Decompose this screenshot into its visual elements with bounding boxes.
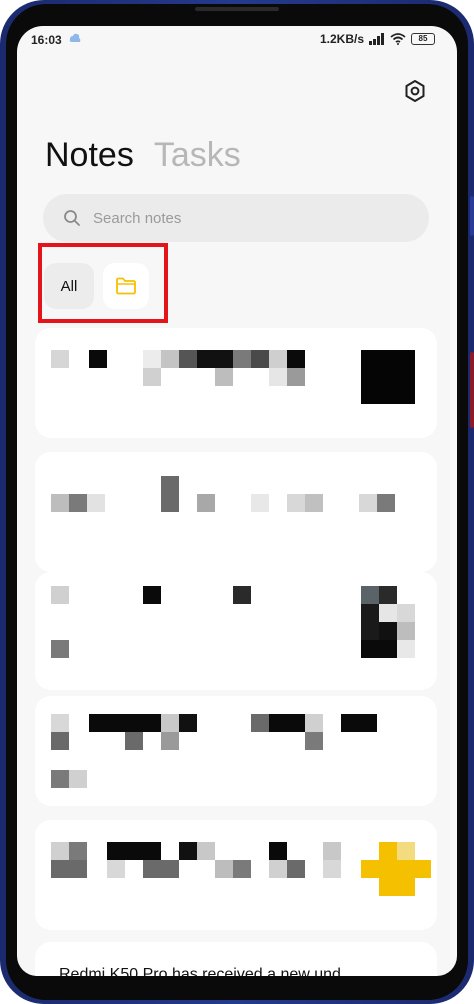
redacted-block bbox=[161, 476, 179, 512]
redacted-block bbox=[69, 494, 87, 512]
redacted-block bbox=[233, 586, 251, 604]
redacted-block bbox=[51, 860, 87, 878]
note-card[interactable] bbox=[35, 696, 437, 806]
redacted-block bbox=[161, 732, 179, 750]
redacted-thumbnail bbox=[397, 640, 415, 658]
note-card[interactable] bbox=[35, 452, 437, 572]
redacted-block bbox=[161, 714, 179, 732]
redacted-block bbox=[89, 714, 161, 732]
redacted-thumbnail bbox=[397, 842, 415, 860]
redacted-block bbox=[287, 368, 305, 386]
redacted-thumbnail bbox=[397, 604, 415, 622]
redacted-block bbox=[69, 770, 87, 788]
redacted-block bbox=[143, 860, 179, 878]
redacted-block bbox=[269, 350, 287, 368]
redacted-block bbox=[251, 350, 269, 368]
note-title: Redmi K50 Pro has received a new und bbox=[59, 966, 341, 976]
redacted-block bbox=[51, 842, 69, 860]
status-right: 1.2KB/s 85 bbox=[320, 32, 435, 46]
redacted-block bbox=[179, 350, 197, 368]
redacted-block bbox=[233, 350, 251, 368]
redacted-block bbox=[233, 860, 251, 878]
redacted-block bbox=[51, 714, 69, 732]
redacted-thumbnail bbox=[361, 860, 379, 878]
redacted-block bbox=[305, 732, 323, 750]
redacted-block bbox=[323, 842, 341, 860]
redacted-block bbox=[179, 714, 197, 732]
redacted-block bbox=[107, 860, 125, 878]
redacted-block bbox=[51, 350, 69, 368]
redacted-block bbox=[51, 732, 69, 750]
redacted-block bbox=[69, 842, 87, 860]
note-card[interactable] bbox=[35, 572, 437, 690]
redacted-block bbox=[143, 586, 161, 604]
settings-button[interactable] bbox=[402, 78, 428, 104]
tab-notes[interactable]: Notes bbox=[45, 136, 134, 175]
note-card[interactable] bbox=[35, 820, 437, 930]
screen: 16:03 1.2KB/s 85 Notes Tasks Search note… bbox=[17, 26, 457, 976]
redacted-thumbnail bbox=[379, 622, 397, 640]
header-tabs: Notes Tasks bbox=[45, 136, 241, 175]
gear-icon bbox=[405, 80, 425, 102]
redacted-block bbox=[269, 714, 305, 732]
redacted-thumbnail bbox=[379, 586, 397, 604]
redacted-thumbnail bbox=[379, 604, 397, 622]
redacted-thumbnail bbox=[361, 604, 379, 640]
redacted-block bbox=[197, 350, 233, 368]
redacted-thumbnail bbox=[361, 586, 379, 604]
redacted-block bbox=[215, 368, 233, 386]
redacted-thumbnail bbox=[397, 622, 415, 640]
redacted-block bbox=[51, 770, 69, 788]
search-icon bbox=[64, 210, 80, 226]
redacted-block bbox=[87, 494, 105, 512]
redacted-block bbox=[51, 640, 69, 658]
status-time: 16:03 bbox=[31, 33, 62, 47]
search-placeholder: Search notes bbox=[93, 209, 182, 227]
speaker-grille bbox=[195, 7, 279, 11]
power-button bbox=[470, 352, 474, 428]
tab-tasks[interactable]: Tasks bbox=[154, 136, 241, 175]
redacted-block bbox=[51, 494, 69, 512]
redacted-thumbnail bbox=[361, 350, 415, 404]
redacted-block bbox=[377, 494, 395, 512]
redacted-block bbox=[341, 714, 377, 732]
redacted-block bbox=[251, 494, 269, 512]
redacted-block bbox=[125, 732, 143, 750]
redacted-block bbox=[215, 860, 233, 878]
redacted-block bbox=[269, 842, 287, 860]
redacted-block bbox=[305, 494, 323, 512]
redacted-block bbox=[305, 714, 323, 732]
search-input[interactable]: Search notes bbox=[43, 194, 429, 242]
redacted-block bbox=[359, 494, 377, 512]
redacted-block bbox=[251, 714, 269, 732]
net-speed: 1.2KB/s bbox=[319, 32, 364, 46]
redacted-block bbox=[287, 350, 305, 368]
redacted-block bbox=[323, 860, 341, 878]
signal-icon bbox=[369, 33, 384, 45]
cloud-icon bbox=[69, 33, 81, 42]
battery-icon: 85 bbox=[411, 33, 435, 45]
redacted-block bbox=[287, 494, 305, 512]
redacted-thumbnail bbox=[415, 860, 431, 878]
volume-button bbox=[470, 196, 474, 236]
redacted-block bbox=[179, 842, 197, 860]
redacted-block bbox=[143, 368, 161, 386]
redacted-block bbox=[143, 350, 161, 368]
wifi-icon bbox=[390, 33, 406, 45]
status-bar: 16:03 1.2KB/s 85 bbox=[17, 26, 457, 54]
redacted-block bbox=[89, 350, 107, 368]
redacted-block bbox=[269, 368, 287, 386]
redacted-thumbnail bbox=[361, 640, 397, 658]
redacted-block bbox=[287, 860, 305, 878]
redacted-block bbox=[51, 586, 69, 604]
redacted-block bbox=[197, 494, 215, 512]
redacted-block bbox=[197, 842, 215, 860]
redacted-block bbox=[269, 860, 287, 878]
note-card[interactable]: Redmi K50 Pro has received a new und bbox=[35, 942, 437, 976]
note-card[interactable] bbox=[35, 328, 437, 438]
highlight-annotation bbox=[38, 243, 168, 323]
redacted-block bbox=[107, 842, 161, 860]
redacted-block bbox=[161, 350, 179, 368]
